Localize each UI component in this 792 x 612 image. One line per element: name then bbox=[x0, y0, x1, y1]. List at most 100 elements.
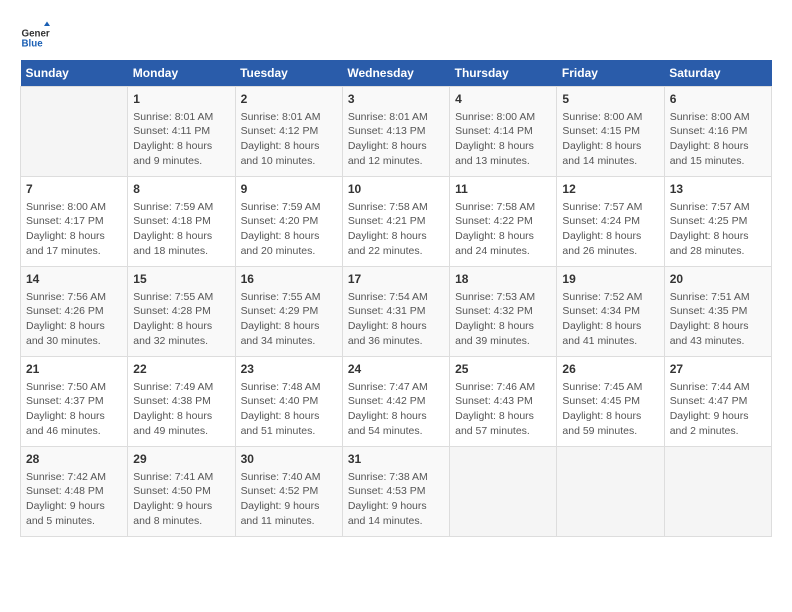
calendar-day-cell: 21 Sunrise: 7:50 AM Sunset: 4:37 PM Dayli… bbox=[21, 357, 128, 447]
calendar-day-cell: 13 Sunrise: 7:57 AM Sunset: 4:25 PM Dayli… bbox=[664, 177, 771, 267]
logo-icon: General Blue bbox=[20, 20, 50, 50]
day-info: Sunrise: 8:01 AM Sunset: 4:11 PM Dayligh… bbox=[133, 110, 229, 169]
day-info: Sunrise: 7:42 AM Sunset: 4:48 PM Dayligh… bbox=[26, 470, 122, 529]
calendar-day-cell: 9 Sunrise: 7:59 AM Sunset: 4:20 PM Daylig… bbox=[235, 177, 342, 267]
day-info: Sunrise: 7:51 AM Sunset: 4:35 PM Dayligh… bbox=[670, 290, 766, 349]
svg-text:Blue: Blue bbox=[22, 38, 44, 49]
day-info: Sunrise: 7:40 AM Sunset: 4:52 PM Dayligh… bbox=[241, 470, 337, 529]
day-number: 25 bbox=[455, 361, 551, 378]
calendar-day-cell: 17 Sunrise: 7:54 AM Sunset: 4:31 PM Dayli… bbox=[342, 267, 449, 357]
calendar-day-cell: 3 Sunrise: 8:01 AM Sunset: 4:13 PM Daylig… bbox=[342, 87, 449, 177]
weekday-header: Saturday bbox=[664, 60, 771, 87]
weekday-header: Monday bbox=[128, 60, 235, 87]
calendar-header: SundayMondayTuesdayWednesdayThursdayFrid… bbox=[21, 60, 772, 87]
day-number: 17 bbox=[348, 271, 444, 288]
day-info: Sunrise: 7:52 AM Sunset: 4:34 PM Dayligh… bbox=[562, 290, 658, 349]
day-number: 19 bbox=[562, 271, 658, 288]
calendar-day-cell: 4 Sunrise: 8:00 AM Sunset: 4:14 PM Daylig… bbox=[450, 87, 557, 177]
calendar-day-cell: 18Sunrise: 7:53 AM Sunset: 4:32 PM Dayli… bbox=[450, 267, 557, 357]
day-info: Sunrise: 7:38 AM Sunset: 4:53 PM Dayligh… bbox=[348, 470, 444, 529]
day-info: Sunrise: 7:53 AM Sunset: 4:32 PM Dayligh… bbox=[455, 290, 551, 349]
day-info: Sunrise: 7:57 AM Sunset: 4:24 PM Dayligh… bbox=[562, 200, 658, 259]
day-number: 3 bbox=[348, 91, 444, 108]
day-info: Sunrise: 7:54 AM Sunset: 4:31 PM Dayligh… bbox=[348, 290, 444, 349]
calendar-day-cell: 23Sunrise: 7:48 AM Sunset: 4:40 PM Dayli… bbox=[235, 357, 342, 447]
day-number: 20 bbox=[670, 271, 766, 288]
day-number: 12 bbox=[562, 181, 658, 198]
day-number: 21 bbox=[26, 361, 122, 378]
calendar-day-cell: 30 Sunrise: 7:40 AM Sunset: 4:52 PM Dayli… bbox=[235, 447, 342, 537]
weekday-header: Thursday bbox=[450, 60, 557, 87]
calendar-day-cell: 1 Sunrise: 8:01 AM Sunset: 4:11 PM Daylig… bbox=[128, 87, 235, 177]
day-info: Sunrise: 7:55 AM Sunset: 4:28 PM Dayligh… bbox=[133, 290, 229, 349]
day-info: Sunrise: 7:56 AM Sunset: 4:26 PM Dayligh… bbox=[26, 290, 122, 349]
day-number: 29 bbox=[133, 451, 229, 468]
day-number: 15 bbox=[133, 271, 229, 288]
day-info: Sunrise: 7:59 AM Sunset: 4:20 PM Dayligh… bbox=[241, 200, 337, 259]
day-number: 28 bbox=[26, 451, 122, 468]
day-info: Sunrise: 7:57 AM Sunset: 4:25 PM Dayligh… bbox=[670, 200, 766, 259]
day-info: Sunrise: 7:44 AM Sunset: 4:47 PM Dayligh… bbox=[670, 380, 766, 439]
calendar-day-cell: 11 Sunrise: 7:58 AM Sunset: 4:22 PM Dayli… bbox=[450, 177, 557, 267]
weekday-header: Tuesday bbox=[235, 60, 342, 87]
day-number: 30 bbox=[241, 451, 337, 468]
calendar-day-cell: 7 Sunrise: 8:00 AM Sunset: 4:17 PM Daylig… bbox=[21, 177, 128, 267]
calendar-day-cell bbox=[664, 447, 771, 537]
calendar-day-cell: 12 Sunrise: 7:57 AM Sunset: 4:24 PM Dayli… bbox=[557, 177, 664, 267]
day-info: Sunrise: 8:00 AM Sunset: 4:15 PM Dayligh… bbox=[562, 110, 658, 169]
weekday-header: Wednesday bbox=[342, 60, 449, 87]
day-number: 7 bbox=[26, 181, 122, 198]
day-number: 5 bbox=[562, 91, 658, 108]
day-number: 4 bbox=[455, 91, 551, 108]
day-info: Sunrise: 7:48 AM Sunset: 4:40 PM Dayligh… bbox=[241, 380, 337, 439]
day-info: Sunrise: 8:00 AM Sunset: 4:16 PM Dayligh… bbox=[670, 110, 766, 169]
calendar-day-cell: 14 Sunrise: 7:56 AM Sunset: 4:26 PM Dayli… bbox=[21, 267, 128, 357]
calendar-day-cell: 27 Sunrise: 7:44 AM Sunset: 4:47 PM Dayli… bbox=[664, 357, 771, 447]
day-info: Sunrise: 8:00 AM Sunset: 4:14 PM Dayligh… bbox=[455, 110, 551, 169]
day-number: 8 bbox=[133, 181, 229, 198]
calendar-day-cell: 28 Sunrise: 7:42 AM Sunset: 4:48 PM Dayli… bbox=[21, 447, 128, 537]
day-number: 1 bbox=[133, 91, 229, 108]
day-info: Sunrise: 8:00 AM Sunset: 4:17 PM Dayligh… bbox=[26, 200, 122, 259]
calendar-day-cell: 2 Sunrise: 8:01 AM Sunset: 4:12 PM Daylig… bbox=[235, 87, 342, 177]
calendar-day-cell bbox=[450, 447, 557, 537]
weekday-header: Sunday bbox=[21, 60, 128, 87]
calendar-day-cell bbox=[21, 87, 128, 177]
calendar-day-cell: 15 Sunrise: 7:55 AM Sunset: 4:28 PM Dayli… bbox=[128, 267, 235, 357]
calendar-day-cell bbox=[557, 447, 664, 537]
day-number: 22 bbox=[133, 361, 229, 378]
calendar-day-cell: 24Sunrise: 7:47 AM Sunset: 4:42 PM Dayli… bbox=[342, 357, 449, 447]
day-number: 13 bbox=[670, 181, 766, 198]
calendar-day-cell: 16Sunrise: 7:55 AM Sunset: 4:29 PM Dayli… bbox=[235, 267, 342, 357]
calendar-day-cell: 22Sunrise: 7:49 AM Sunset: 4:38 PM Dayli… bbox=[128, 357, 235, 447]
calendar-week-row: 1 Sunrise: 8:01 AM Sunset: 4:11 PM Daylig… bbox=[21, 87, 772, 177]
day-number: 11 bbox=[455, 181, 551, 198]
calendar-week-row: 14 Sunrise: 7:56 AM Sunset: 4:26 PM Dayli… bbox=[21, 267, 772, 357]
day-info: Sunrise: 7:55 AM Sunset: 4:29 PM Dayligh… bbox=[241, 290, 337, 349]
day-info: Sunrise: 7:47 AM Sunset: 4:42 PM Dayligh… bbox=[348, 380, 444, 439]
day-info: Sunrise: 8:01 AM Sunset: 4:13 PM Dayligh… bbox=[348, 110, 444, 169]
logo: General Blue bbox=[20, 20, 54, 50]
day-number: 14 bbox=[26, 271, 122, 288]
day-number: 26 bbox=[562, 361, 658, 378]
calendar-day-cell: 31 Sunrise: 7:38 AM Sunset: 4:53 PM Dayli… bbox=[342, 447, 449, 537]
calendar-day-cell: 29 Sunrise: 7:41 AM Sunset: 4:50 PM Dayli… bbox=[128, 447, 235, 537]
calendar-day-cell: 5 Sunrise: 8:00 AM Sunset: 4:15 PM Daylig… bbox=[557, 87, 664, 177]
page-header: General Blue bbox=[20, 20, 772, 50]
calendar-table: SundayMondayTuesdayWednesdayThursdayFrid… bbox=[20, 60, 772, 537]
day-number: 9 bbox=[241, 181, 337, 198]
day-number: 31 bbox=[348, 451, 444, 468]
calendar-day-cell: 10Sunrise: 7:58 AM Sunset: 4:21 PM Dayli… bbox=[342, 177, 449, 267]
day-number: 10 bbox=[348, 181, 444, 198]
day-number: 27 bbox=[670, 361, 766, 378]
calendar-day-cell: 8Sunrise: 7:59 AM Sunset: 4:18 PM Daylig… bbox=[128, 177, 235, 267]
calendar-day-cell: 6Sunrise: 8:00 AM Sunset: 4:16 PM Daylig… bbox=[664, 87, 771, 177]
day-info: Sunrise: 7:50 AM Sunset: 4:37 PM Dayligh… bbox=[26, 380, 122, 439]
day-info: Sunrise: 7:58 AM Sunset: 4:22 PM Dayligh… bbox=[455, 200, 551, 259]
day-info: Sunrise: 7:41 AM Sunset: 4:50 PM Dayligh… bbox=[133, 470, 229, 529]
day-number: 2 bbox=[241, 91, 337, 108]
calendar-day-cell: 20 Sunrise: 7:51 AM Sunset: 4:35 PM Dayli… bbox=[664, 267, 771, 357]
calendar-week-row: 7 Sunrise: 8:00 AM Sunset: 4:17 PM Daylig… bbox=[21, 177, 772, 267]
day-info: Sunrise: 8:01 AM Sunset: 4:12 PM Dayligh… bbox=[241, 110, 337, 169]
calendar-week-row: 21 Sunrise: 7:50 AM Sunset: 4:37 PM Dayli… bbox=[21, 357, 772, 447]
